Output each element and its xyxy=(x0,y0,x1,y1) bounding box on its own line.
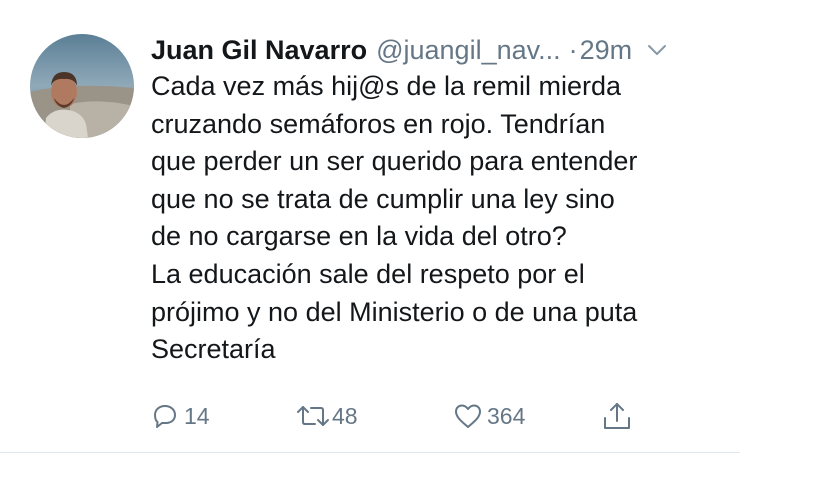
share-button[interactable] xyxy=(601,396,633,436)
header-separator: · xyxy=(568,34,578,65)
retweet-icon xyxy=(296,403,330,429)
tweet-text-line: Cada vez más hij@s de la remil mierda xyxy=(151,71,622,101)
like-button[interactable]: 364 xyxy=(453,396,525,436)
tweet-header: Juan Gil Navarro @juangil_nav... · 29m xyxy=(151,30,668,70)
heart-icon xyxy=(453,403,483,429)
reply-icon xyxy=(152,403,178,429)
retweet-count: 48 xyxy=(332,402,358,429)
profile-photo-icon xyxy=(30,34,134,138)
tweet-text-line: Secretaría xyxy=(151,334,276,365)
share-icon xyxy=(601,400,633,432)
reply-button[interactable]: 14 xyxy=(152,396,210,436)
tweet-card: Juan Gil Navarro @juangil_nav... · 29m C… xyxy=(0,0,822,491)
reply-count: 14 xyxy=(184,402,210,429)
tweet-text-line: que perder un ser querido para entender xyxy=(151,146,638,177)
tweet-text: Cada vez más hij@s de la remil mierda cr… xyxy=(151,68,751,369)
tweet-actions: 14 48 364 xyxy=(0,396,822,436)
chevron-down-icon[interactable] xyxy=(646,39,668,61)
tweet-text-line: La educación sale del respeto por el xyxy=(151,258,585,289)
tweet-timestamp[interactable]: 29m xyxy=(580,35,633,66)
tweet-text-line: de no cargarse en la vida del otro? xyxy=(151,221,567,252)
author-display-name[interactable]: Juan Gil Navarro xyxy=(151,35,367,66)
tweet-divider xyxy=(0,452,740,453)
author-handle[interactable]: @juangil_nav... xyxy=(376,35,561,66)
like-count: 364 xyxy=(487,402,526,429)
tweet-text-line: que no se trata de cumplir una ley sino xyxy=(151,183,615,214)
retweet-button[interactable]: 48 xyxy=(296,396,358,436)
author-avatar[interactable] xyxy=(30,34,134,138)
tweet-text-line: cruzando semáforos en rojo. Tendrían xyxy=(151,108,606,139)
tweet-text-line: prójimo y no del Ministerio o de una put… xyxy=(151,296,638,327)
